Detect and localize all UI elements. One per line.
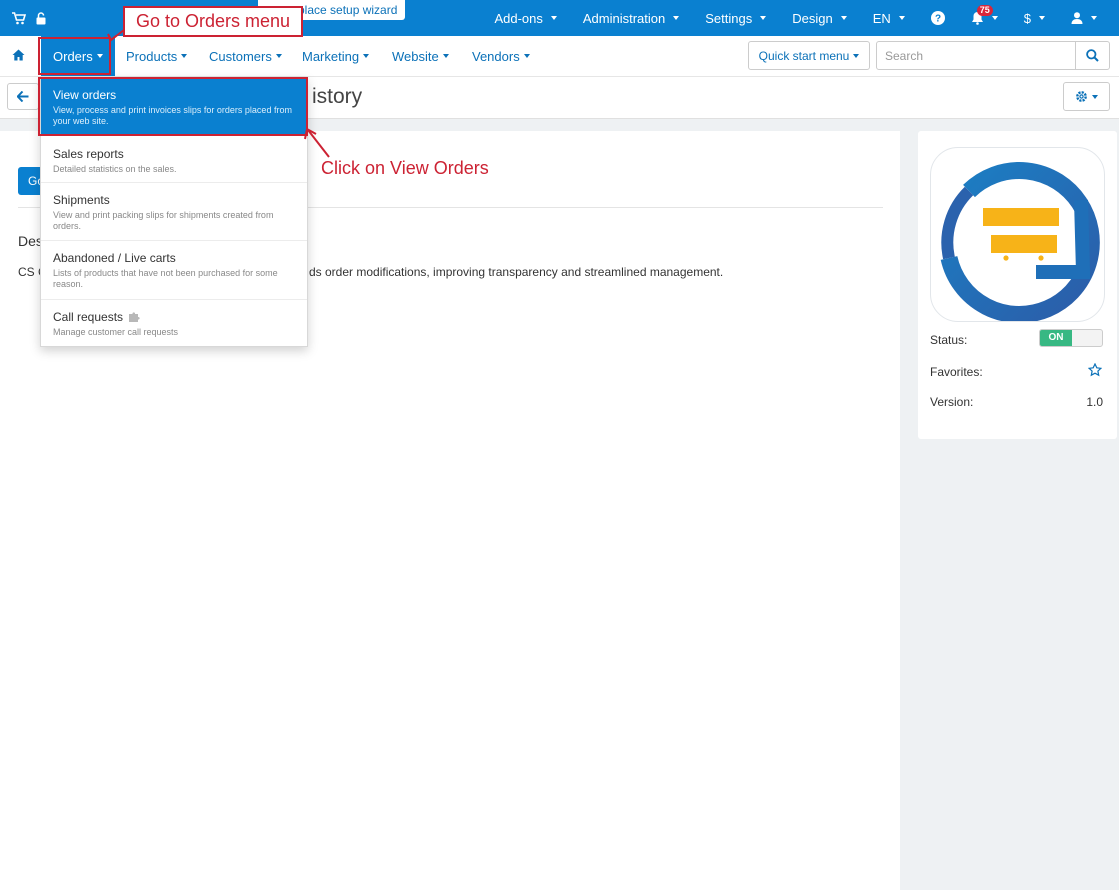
top-nav-language[interactable]: EN (860, 0, 918, 36)
caret-down-icon (550, 16, 557, 20)
caret-down-icon (898, 16, 905, 20)
menu-item-description: View, process and print invoices slips f… (53, 105, 292, 126)
menu-item-title: Sales reports (53, 147, 124, 161)
click-view-orders-annotation: Click on View Orders (321, 158, 489, 178)
search-input[interactable] (876, 41, 1076, 70)
caret-down-icon (96, 54, 103, 58)
user-menu[interactable] (1058, 0, 1119, 36)
description-text-end: ds order modifications, improving transp… (309, 265, 724, 279)
menu-item-description: Lists of products that have not been pur… (53, 268, 278, 289)
menu-item-view-orders[interactable]: View orders View, process and print invo… (41, 78, 307, 136)
top-nav-label: EN (872, 10, 891, 26)
nav-marketing[interactable]: Marketing (302, 36, 370, 76)
menu-item-shipments[interactable]: Shipments View and print packing slips f… (41, 183, 307, 241)
nav-label: Customers (209, 48, 272, 64)
nav-orders[interactable]: Orders (41, 36, 115, 76)
top-nav-label: Design (792, 10, 833, 26)
nav-label: Vendors (472, 48, 520, 64)
home-icon[interactable] (12, 49, 25, 64)
caret-down-icon (523, 54, 530, 58)
menu-item-description: Detailed statistics on the sales. (53, 164, 177, 174)
user-icon (1071, 12, 1083, 24)
top-nav-administration[interactable]: Administration (570, 0, 692, 36)
help-button[interactable]: ? (918, 0, 958, 36)
quick-start-label: Quick start menu (758, 48, 850, 63)
nav-customers[interactable]: Customers (209, 36, 282, 76)
top-nav-label: Administration (582, 10, 666, 26)
menu-item-title-row: Call requests (53, 310, 295, 324)
caret-down-icon (442, 54, 449, 58)
caret-down-icon (991, 16, 998, 20)
back-button[interactable] (7, 83, 39, 110)
menu-item-abandoned-carts[interactable]: Abandoned / Live carts Lists of products… (41, 241, 307, 300)
addon-sidebar: Status: ON Favorites: Version: 1.0 (918, 131, 1117, 439)
top-nav-design[interactable]: Design (779, 0, 859, 36)
nav-label: Products (126, 48, 178, 64)
orders-dropdown-menu: View orders View, process and print invo… (40, 77, 308, 347)
currency-menu[interactable]: $ (1011, 0, 1058, 36)
go-to-orders-annotation: Go to Orders menu (123, 6, 303, 37)
nav-website[interactable]: Website (392, 36, 449, 76)
caret-down-icon (673, 16, 680, 20)
addon-logo (930, 147, 1105, 322)
menu-item-sales-reports[interactable]: Sales reports Detailed statistics on the… (41, 136, 307, 183)
caret-down-icon (1092, 94, 1098, 99)
lock-icon[interactable] (34, 11, 48, 25)
caret-down-icon (840, 16, 847, 20)
currency-label: $ (1023, 10, 1031, 26)
caret-down-icon (853, 53, 860, 58)
gear-icon (1076, 91, 1087, 102)
nav-vendors[interactable]: Vendors (472, 36, 530, 76)
arrow-left-icon (17, 91, 29, 102)
top-left-icons (12, 11, 48, 25)
version-value: 1.0 (1086, 395, 1103, 409)
nav-label: Marketing (302, 48, 360, 64)
help-icon: ? (930, 11, 945, 25)
quick-start-menu-button[interactable]: Quick start menu (748, 41, 870, 70)
nav-products[interactable]: Products (126, 36, 188, 76)
top-nav-label: Add-ons (494, 10, 543, 26)
top-nav-settings[interactable]: Settings (692, 0, 779, 36)
menu-item-call-requests[interactable]: Call requests Manage customer call reque… (41, 300, 307, 346)
svg-text:?: ? (935, 14, 941, 25)
top-nav-addons[interactable]: Add-ons (481, 0, 569, 36)
search-icon (1086, 49, 1099, 62)
search-button[interactable] (1075, 41, 1110, 70)
status-toggle-on: ON (1040, 330, 1072, 346)
top-nav: Add-ons Administration Settings Design E… (481, 0, 1119, 36)
settings-gear-button[interactable] (1063, 82, 1110, 111)
menu-item-description: Manage customer call requests (53, 327, 179, 337)
caret-down-icon (363, 54, 370, 58)
version-label: Version: (930, 395, 974, 409)
status-label: Status: (930, 333, 968, 347)
caret-down-icon (181, 54, 188, 58)
menu-item-title: Abandoned / Live carts (53, 251, 176, 265)
menu-item-title: Shipments (53, 193, 110, 207)
top-nav-label: Settings (705, 10, 753, 26)
nav-label: Website (392, 48, 439, 64)
notifications-button[interactable]: 75 (958, 0, 1011, 36)
caret-down-icon (275, 54, 282, 58)
nav-label: Orders (53, 48, 93, 64)
status-toggle[interactable]: ON (1039, 329, 1103, 347)
menu-item-title: Call requests (53, 310, 124, 324)
puzzle-icon (129, 312, 141, 322)
favorite-star-icon[interactable] (1087, 362, 1103, 380)
cart-icon[interactable] (12, 11, 26, 25)
menu-item-description: View and print packing slips for shipmen… (53, 210, 274, 231)
caret-down-icon (760, 16, 767, 20)
bell-wrapper: 75 (971, 5, 993, 25)
caret-down-icon (1091, 16, 1097, 20)
caret-down-icon (1039, 16, 1045, 20)
addon-logo-graphic (940, 162, 1100, 321)
notifications-badge: 75 (976, 5, 993, 16)
main-nav: Orders Products Customers Marketing Webs… (0, 36, 1119, 77)
page-title: istory (312, 85, 363, 108)
menu-item-title: View orders (53, 88, 117, 102)
favorites-label: Favorites: (930, 365, 983, 379)
